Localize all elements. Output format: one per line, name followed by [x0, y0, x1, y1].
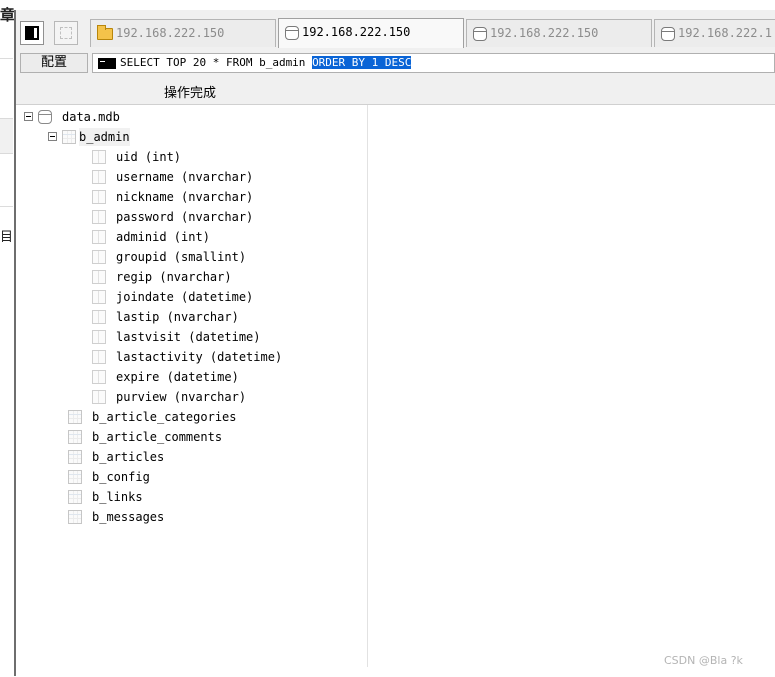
window-icon — [60, 27, 72, 39]
table-icon — [68, 470, 82, 484]
column-icon — [92, 290, 106, 304]
table-icon — [62, 130, 76, 144]
tree-node-label: expire (datetime) — [116, 370, 239, 384]
tree-node-label: b_articles — [92, 450, 165, 464]
tree-node-label: nickname (nvarchar) — [116, 190, 254, 204]
tree-node-label: joindate (datetime) — [116, 290, 254, 304]
database-icon — [285, 25, 299, 40]
tab-bar: 192.168.222.150 192.168.222.150 192.168.… — [16, 10, 775, 50]
tab-label: 192.168.222.150 — [116, 26, 225, 40]
tree-node-label: lastip (nvarchar) — [116, 310, 239, 324]
table-icon — [68, 430, 82, 444]
column-icon — [92, 250, 106, 264]
column-icon — [92, 150, 106, 164]
column-icon — [92, 390, 106, 404]
background-divider — [0, 206, 13, 207]
config-button[interactable]: 配置 — [20, 53, 88, 73]
panel-layout-icon — [25, 26, 39, 40]
tree-node-label: lastvisit (datetime) — [116, 330, 261, 344]
tree-node-label: groupid (smallint) — [116, 250, 247, 264]
background-divider — [0, 58, 13, 59]
sql-command-text: SELECT TOP 20 * FROM b_admin — [120, 56, 313, 69]
table-icon — [68, 450, 82, 464]
tree-node-label: b_article_comments — [92, 430, 223, 444]
panel-toggle-button[interactable] — [20, 21, 44, 45]
tab-host-2[interactable]: 192.168.222.150 — [278, 18, 464, 48]
sql-selected-text: ORDER BY 1 DESC — [312, 56, 412, 69]
collapse-toggle-icon[interactable] — [48, 132, 57, 141]
column-icon — [92, 230, 106, 244]
column-icon — [92, 350, 106, 364]
column-icon — [92, 270, 106, 284]
column-icon — [92, 170, 106, 184]
database-icon — [473, 26, 487, 41]
background-char: 目 — [0, 230, 14, 245]
tab-host-1[interactable]: 192.168.222.150 — [90, 19, 276, 47]
tree-node-label: lastactivity (datetime) — [116, 350, 283, 364]
status-bar: 操作完成 — [16, 78, 775, 102]
background-block — [0, 118, 13, 154]
tree-node-label: b_links — [92, 490, 143, 504]
tab-label: 192.168.222.150 — [302, 25, 411, 39]
database-icon — [38, 110, 52, 124]
column-icon — [92, 370, 106, 384]
tree-node-label: uid (int) — [116, 150, 182, 164]
tree-node-label: regip (nvarchar) — [116, 270, 232, 284]
watermark-text: CSDN @Bla ?k — [664, 654, 743, 667]
tree-node-label: purview (nvarchar) — [116, 390, 247, 404]
tree-node-label: b_article_categories — [92, 410, 237, 424]
tab-host-3[interactable]: 192.168.222.150 — [466, 19, 652, 47]
folder-icon — [97, 24, 113, 40]
tab-label: 192.168.222.150 — [490, 26, 599, 40]
tree-node-label: adminid (int) — [116, 230, 210, 244]
tree-node-label: b_admin — [79, 128, 130, 146]
column-icon — [92, 190, 106, 204]
db-tool-window: 192.168.222.150 192.168.222.150 192.168.… — [14, 10, 775, 677]
table-icon — [68, 490, 82, 504]
tree-node-label: data.mdb — [62, 110, 120, 124]
table-icon — [68, 510, 82, 524]
disabled-window-button[interactable] — [54, 21, 78, 45]
status-text: 操作完成 — [164, 86, 217, 101]
tree-node-label: password (nvarchar) — [116, 210, 254, 224]
tree-node-label: b_messages — [92, 510, 165, 524]
background-page-strip: 章 目 — [0, 0, 16, 676]
terminal-icon — [98, 57, 116, 69]
pane-divider[interactable] — [367, 105, 368, 667]
tab-label: 192.168.222.1 — [678, 26, 772, 40]
tree-node-label: b_config — [92, 470, 150, 484]
tree-node-label: username (nvarchar) — [116, 170, 254, 184]
database-icon — [661, 26, 675, 41]
tab-host-4[interactable]: 192.168.222.1 — [654, 19, 775, 47]
collapse-toggle-icon[interactable] — [24, 112, 33, 121]
tree-panel: data.mdb b_admin uid (int) username (nva… — [16, 104, 775, 677]
command-bar: 配置 SELECT TOP 20 * FROM b_admin ORDER BY… — [16, 50, 775, 76]
sql-command-input[interactable]: SELECT TOP 20 * FROM b_admin ORDER BY 1 … — [92, 53, 775, 73]
table-icon — [68, 410, 82, 424]
column-icon — [92, 310, 106, 324]
column-icon — [92, 330, 106, 344]
column-icon — [92, 210, 106, 224]
background-char: 章 — [0, 6, 16, 24]
